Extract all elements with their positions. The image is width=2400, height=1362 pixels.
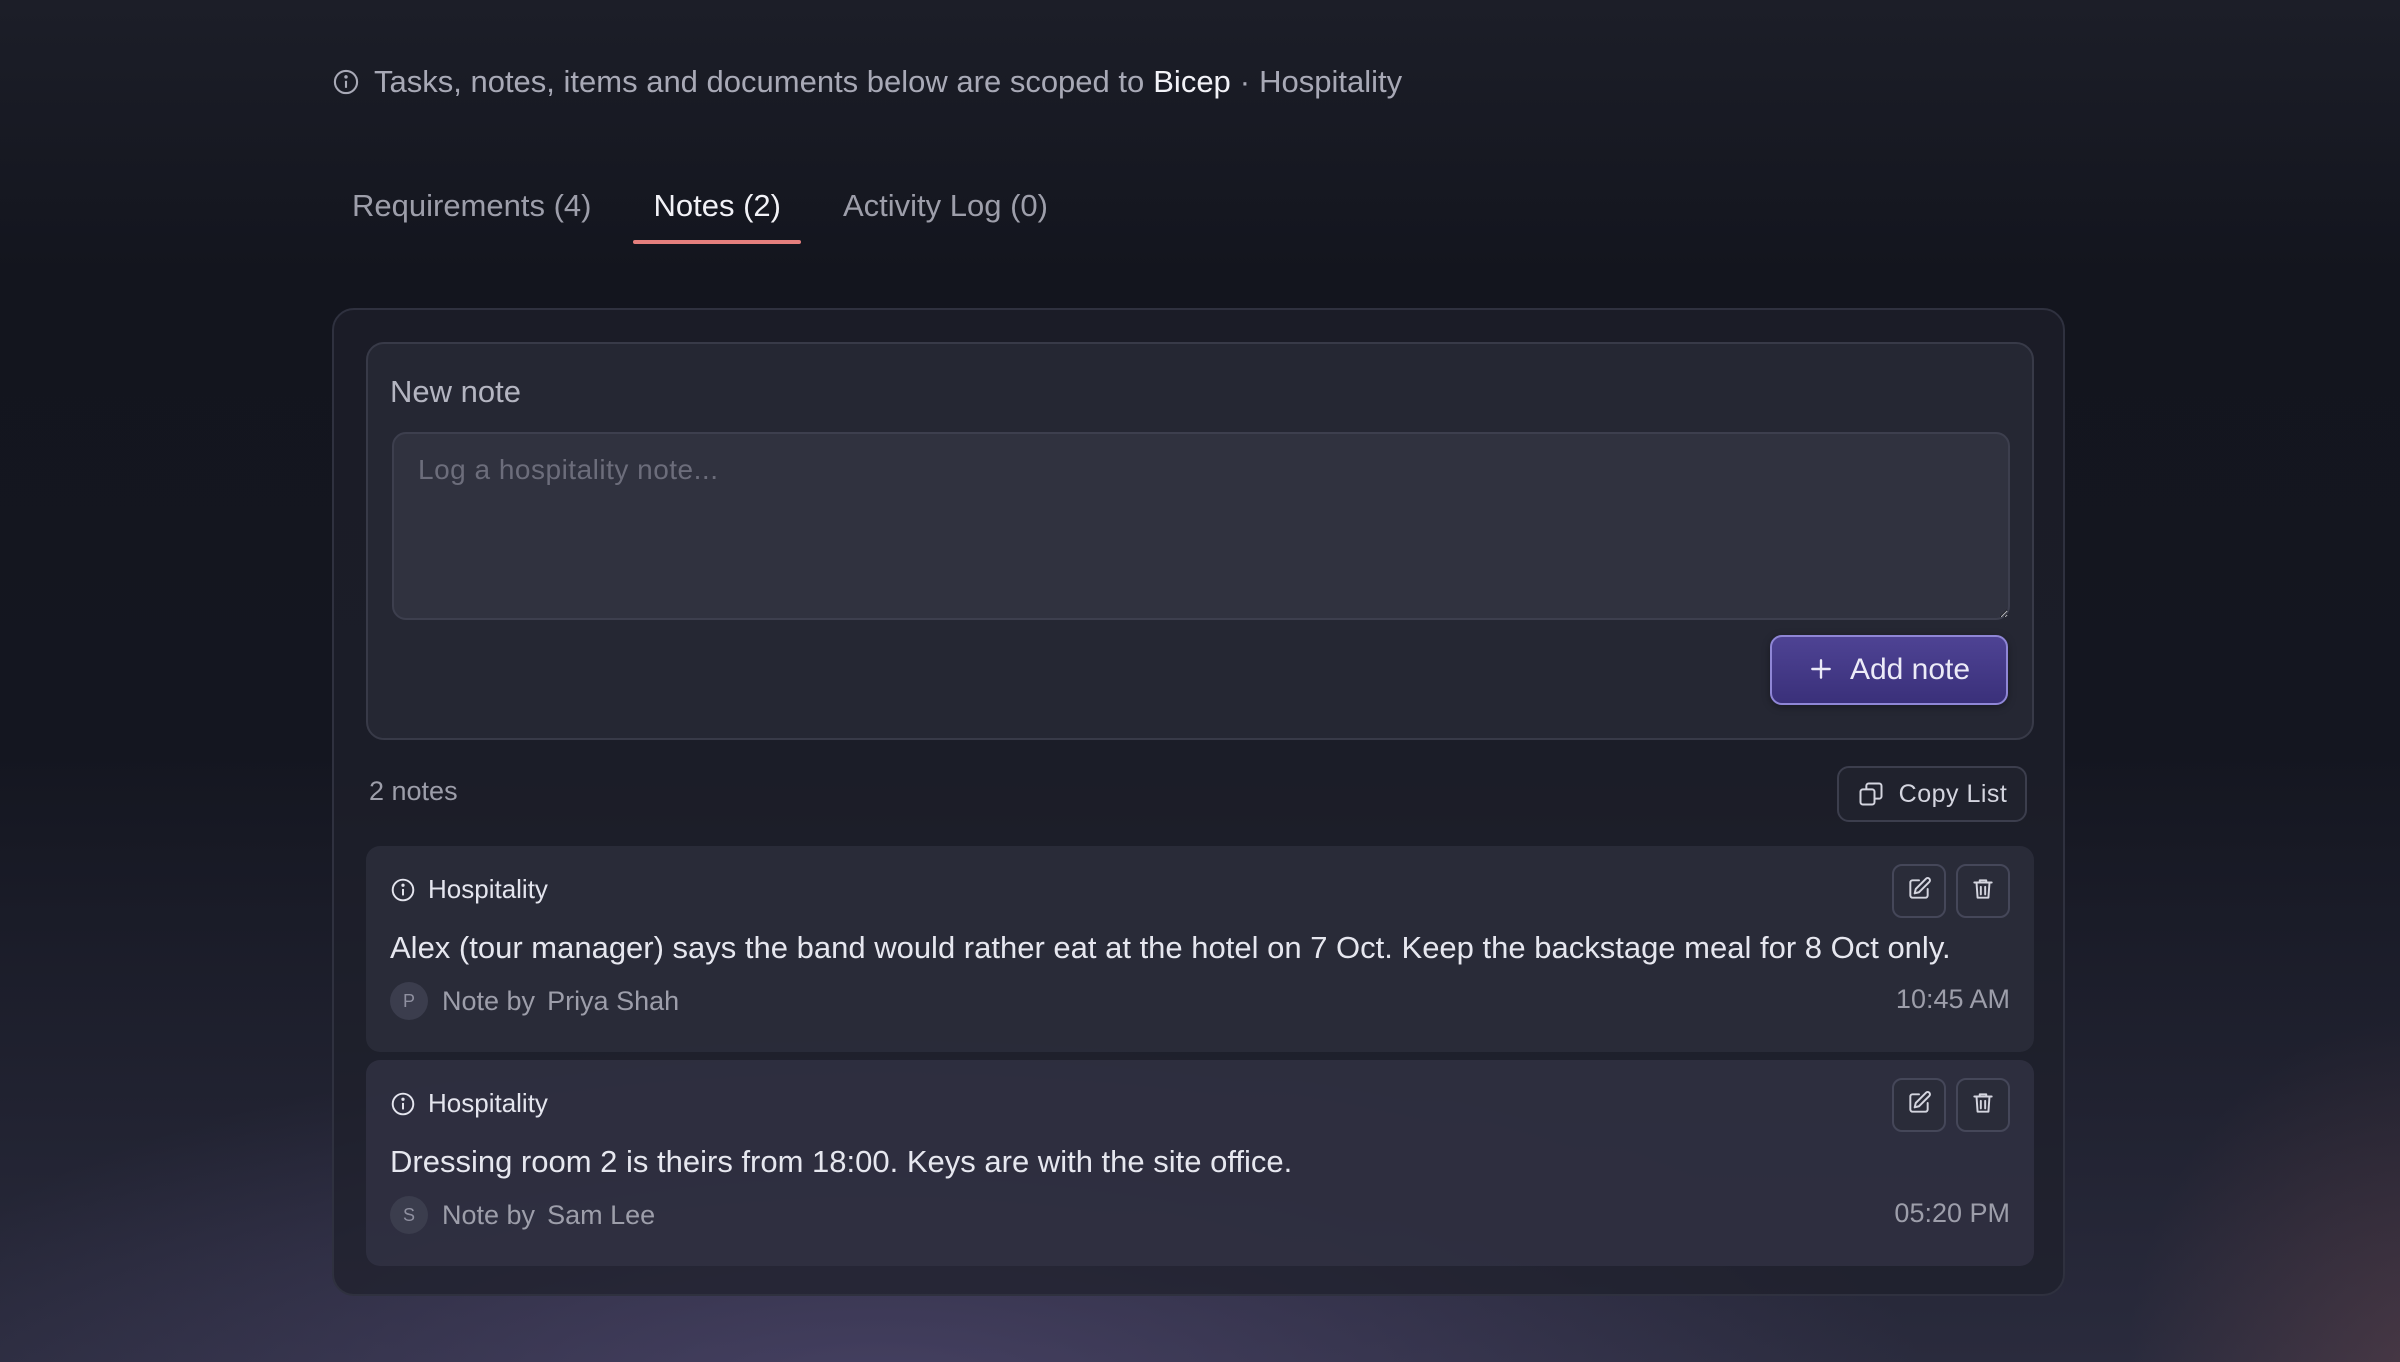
tab-activity-log[interactable]: Activity Log (0) (823, 180, 1068, 252)
info-icon (390, 1091, 416, 1117)
tab-bar: Requirements (4) Notes (2) Activity Log … (332, 180, 1090, 252)
info-icon (332, 68, 360, 96)
notes-count: 2 notes (369, 776, 458, 806)
edit-note-button[interactable] (1892, 1078, 1946, 1132)
note-category-label: Hospitality (428, 1088, 548, 1118)
scope-entity: Bicep (1153, 64, 1231, 99)
note-by-label: Note by (442, 985, 536, 1016)
trash-icon (1970, 1090, 1996, 1121)
edit-note-button[interactable] (1892, 864, 1946, 918)
copy-list-label: Copy List (1898, 779, 2008, 808)
note-meta: S Note by Sam Lee (390, 1196, 655, 1234)
note-time: 10:45 AM (1895, 984, 2010, 1014)
note-text: Alex (tour manager) says the band would … (390, 930, 1951, 965)
edit-icon (1906, 876, 1932, 907)
note-actions (1882, 864, 2010, 918)
edit-icon (1906, 1090, 1932, 1121)
notes-panel: New note Add note 2 notes Copy List Hosp… (332, 308, 2065, 1296)
note-author: Priya Shah (547, 985, 680, 1016)
avatar: P (390, 982, 428, 1020)
note-author: Sam Lee (547, 1199, 656, 1230)
tab-requirements[interactable]: Requirements (4) (332, 180, 611, 252)
tab-notes[interactable]: Notes (2) (633, 180, 802, 252)
add-note-label: Add note (1849, 653, 1971, 686)
note-text: Dressing room 2 is theirs from 18:00. Ke… (390, 1144, 1293, 1179)
note-actions (1882, 1078, 2010, 1132)
new-note-composer: New note Add note (366, 342, 2034, 740)
composer-title: New note (390, 374, 521, 409)
note-meta: P Note by Priya Shah (390, 982, 679, 1020)
delete-note-button[interactable] (1956, 864, 2010, 918)
delete-note-button[interactable] (1956, 1078, 2010, 1132)
scope-prefix: Tasks, notes, items and documents below … (374, 64, 1145, 99)
note-textarea[interactable] (392, 432, 2010, 620)
scope-separator: · (1239, 64, 1251, 99)
note-time: 05:20 PM (1894, 1198, 2010, 1228)
scope-context: Hospitality (1259, 64, 1403, 99)
note-by-label: Note by (442, 1199, 536, 1230)
copy-list-button[interactable]: Copy List (1837, 766, 2027, 822)
plus-icon (1808, 652, 1834, 688)
note-card: Hospitality Alex (tour manager) says the… (366, 846, 2034, 1052)
add-note-button[interactable]: Add note (1770, 635, 2008, 705)
note-category: Hospitality (390, 1088, 548, 1119)
note-category: Hospitality (390, 874, 548, 905)
avatar: S (390, 1196, 428, 1234)
trash-icon (1970, 876, 1996, 907)
note-card: Hospitality Dressing room 2 is theirs fr… (366, 1060, 2034, 1266)
copy-icon (1857, 780, 1885, 808)
info-icon (390, 877, 416, 903)
note-category-label: Hospitality (428, 874, 548, 904)
scope-banner: Tasks, notes, items and documents below … (332, 64, 1402, 100)
